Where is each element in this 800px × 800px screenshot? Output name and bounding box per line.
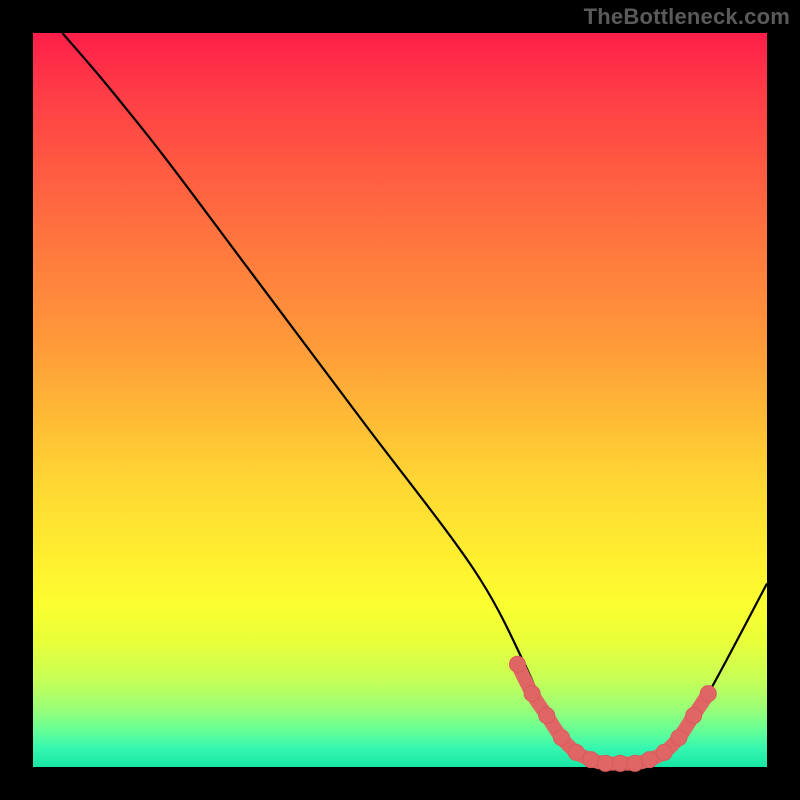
highlight-dot	[700, 686, 716, 702]
highlight-dot	[686, 708, 702, 724]
highlight-dot	[598, 755, 614, 771]
chart-svg	[33, 33, 767, 767]
chart-frame: TheBottleneck.com	[0, 0, 800, 800]
highlight-dot	[656, 744, 672, 760]
highlight-dot	[642, 752, 658, 768]
highlight-dot	[524, 686, 540, 702]
highlight-dot	[583, 752, 599, 768]
highlight-dot	[568, 744, 584, 760]
highlight-dots-group	[509, 656, 716, 771]
main-curve-path	[62, 33, 767, 766]
highlight-dot	[671, 730, 687, 746]
highlight-dot	[553, 730, 569, 746]
watermark-text: TheBottleneck.com	[584, 4, 790, 30]
plot-area	[33, 33, 767, 767]
highlight-dot	[509, 656, 525, 672]
highlight-dot	[627, 755, 643, 771]
highlight-dot	[539, 708, 555, 724]
highlight-dot	[612, 755, 628, 771]
